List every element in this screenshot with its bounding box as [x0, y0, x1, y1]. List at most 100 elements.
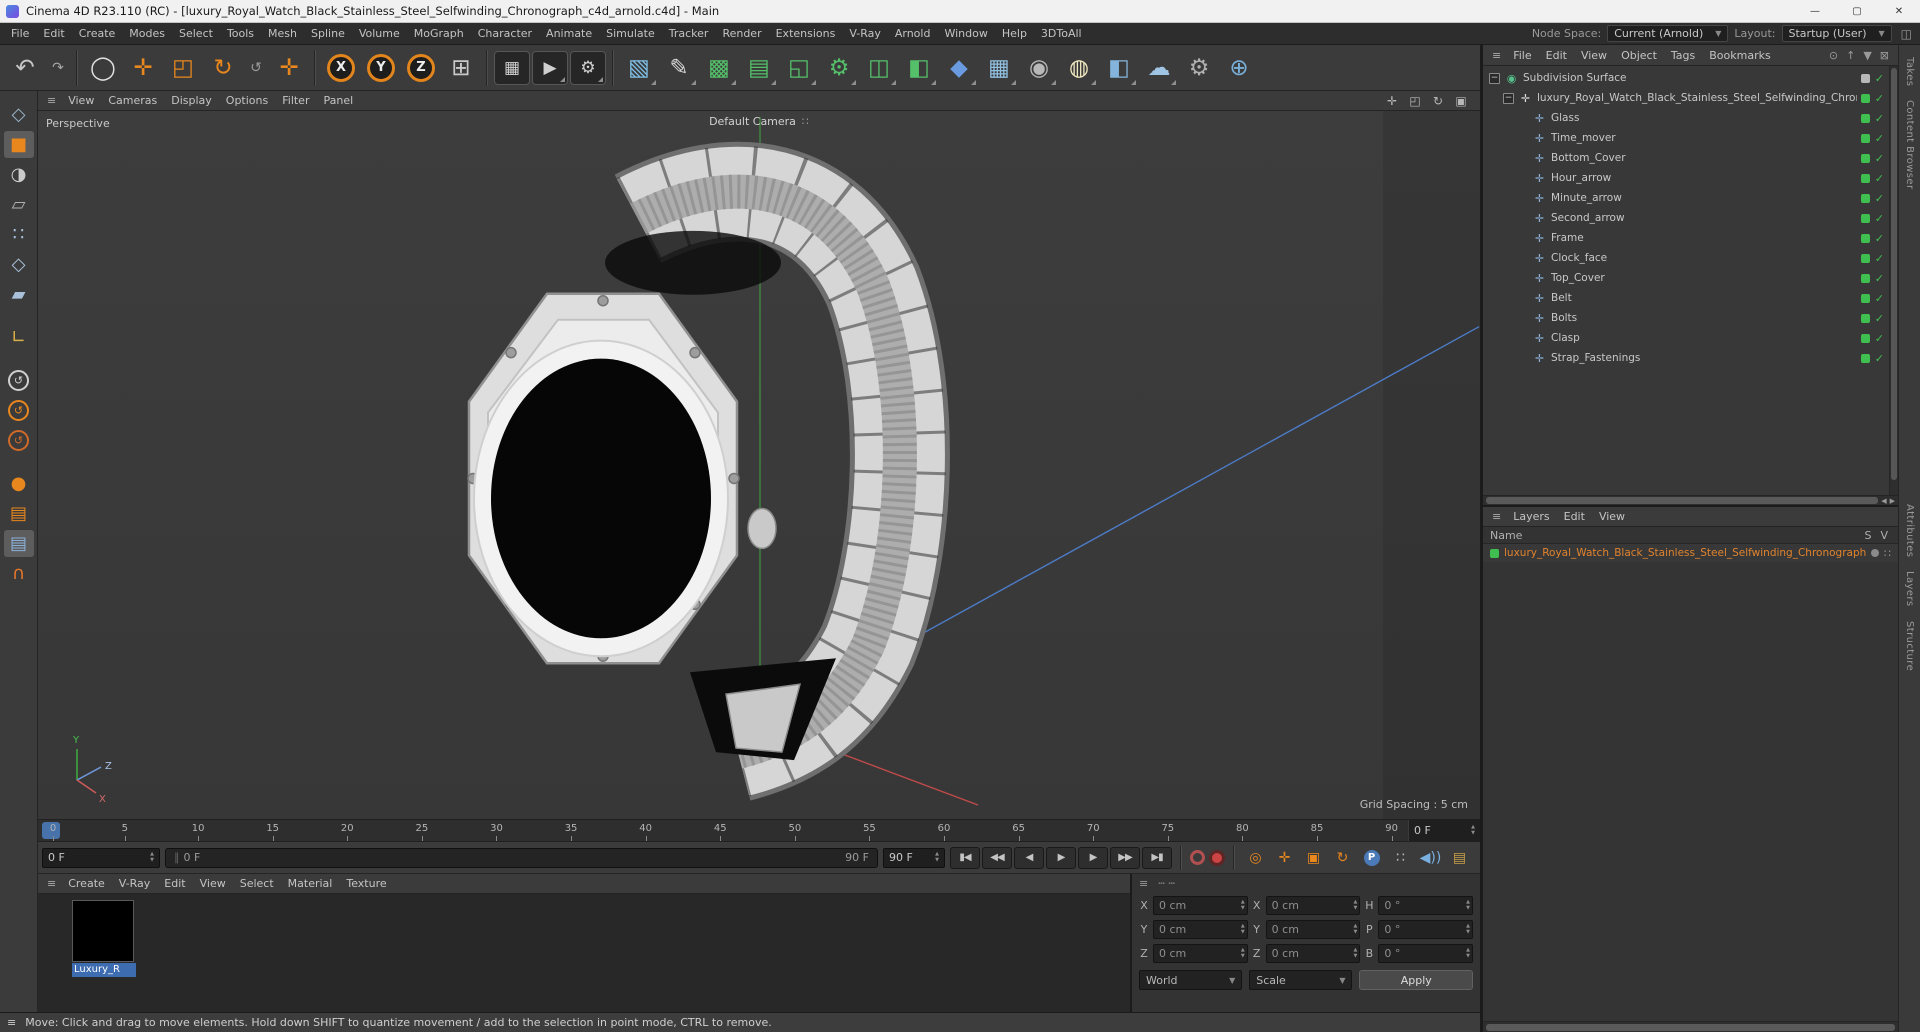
scrollbar-thumb[interactable]	[1891, 68, 1897, 481]
materials-menu-select[interactable]: Select	[233, 877, 281, 890]
object-row[interactable]: ✛ Top_Cover ✓	[1483, 268, 1889, 288]
object-row[interactable]: ✛ Bottom_Cover ✓	[1483, 148, 1889, 168]
layers-tab-view[interactable]: View	[1592, 510, 1632, 523]
viewport-menu-options[interactable]: Options	[219, 94, 275, 107]
key-rotation-icon[interactable]: ↻	[1330, 846, 1355, 870]
edges-mode[interactable]: ◇	[4, 251, 34, 278]
frame-spinner[interactable]: ▲ ▼	[1471, 825, 1475, 836]
end-frame-input[interactable]: 90 F ▲ ▼	[883, 847, 945, 868]
lock-y-axis[interactable]: Y	[362, 49, 400, 87]
floor-object[interactable]: ◧	[1100, 49, 1138, 87]
maximize-button[interactable]: ▢	[1836, 0, 1878, 22]
expand-toggle[interactable]: −	[1489, 72, 1500, 84]
enabled-check-icon[interactable]: ✓	[1875, 72, 1884, 85]
scroll-first-icon[interactable]: ↑	[1846, 49, 1855, 62]
field-spinner[interactable]: ▲ ▼	[1241, 900, 1245, 911]
scrollbar-thumb[interactable]	[1486, 1023, 1895, 1031]
scroll-right-icon[interactable]: ▶	[1890, 497, 1895, 505]
boole-generator[interactable]: ◧	[900, 49, 938, 87]
minimize-button[interactable]: —	[1794, 0, 1836, 22]
materials-menu-material[interactable]: Material	[281, 877, 340, 890]
object-manager-menu-object[interactable]: Object	[1614, 49, 1664, 62]
field-spinner[interactable]: ▲ ▼	[1466, 900, 1470, 911]
enable-snap[interactable]: ↺	[4, 397, 34, 424]
layer-solo-dot[interactable]	[1871, 549, 1879, 557]
render-view-button[interactable]: ▦	[494, 50, 530, 85]
object-manager-menu-edit[interactable]: Edit	[1539, 49, 1574, 62]
object-manager-menu-icon[interactable]: ≡	[1487, 49, 1506, 62]
materials-menu-edit[interactable]: Edit	[157, 877, 192, 890]
play-button[interactable]: ▶	[1046, 846, 1076, 869]
object-row[interactable]: ✛ Second_arrow ✓	[1483, 208, 1889, 228]
object-row[interactable]: ✛ Hour_arrow ✓	[1483, 168, 1889, 188]
menu-edit[interactable]: Edit	[36, 23, 71, 45]
metaball-deformer[interactable]: ◆	[940, 49, 978, 87]
frame-input[interactable]: 0 F ▲ ▼	[42, 847, 160, 868]
object-manager-menu-file[interactable]: File	[1506, 49, 1538, 62]
close-button[interactable]: ✕	[1878, 0, 1920, 22]
key-pla-icon[interactable]: ∷	[1388, 846, 1413, 870]
layer-chip[interactable]	[1860, 273, 1870, 283]
menu-character[interactable]: Character	[471, 23, 539, 45]
material-thumbnail[interactable]	[72, 900, 134, 962]
object-row[interactable]: ✛ Minute_arrow ✓	[1483, 188, 1889, 208]
pen-spline-tool[interactable]: ✎	[660, 49, 698, 87]
key-parameter-icon[interactable]: P	[1359, 846, 1384, 870]
layer-chip[interactable]	[1860, 153, 1870, 163]
layer-row[interactable]: luxury_Royal_Watch_Black_Stainless_Steel…	[1483, 544, 1898, 562]
material-item[interactable]: Luxury_R	[72, 900, 136, 977]
object-row[interactable]: ✛ Time_mover ✓	[1483, 128, 1889, 148]
side-tab-structure[interactable]: Structure	[1904, 614, 1915, 678]
layer-color-chip[interactable]	[1490, 548, 1499, 558]
camera-widget-icon[interactable]: ∷	[802, 115, 809, 128]
materials-menu-create[interactable]: Create	[61, 877, 112, 890]
scrollbar-thumb[interactable]	[1486, 497, 1879, 504]
enable-axis[interactable]: ↺	[4, 367, 34, 394]
object-tree-hscrollbar[interactable]: ◀ ▶	[1483, 496, 1898, 507]
coordinates-menu-icon[interactable]: ≡	[1139, 877, 1148, 890]
lock-icon[interactable]: ⊠	[1880, 49, 1889, 62]
object-manager-menu-bookmarks[interactable]: Bookmarks	[1702, 49, 1777, 62]
key-scale-icon[interactable]: ▣	[1301, 846, 1326, 870]
field-spinner[interactable]: ▲ ▼	[1353, 948, 1357, 959]
menu-extensions[interactable]: Extensions	[769, 23, 843, 45]
enabled-check-icon[interactable]: ✓	[1875, 192, 1884, 205]
transform-mode-select[interactable]: Scale ▼	[1249, 970, 1353, 990]
field-spinner[interactable]: ▲ ▼	[1241, 948, 1245, 959]
add-primitive-cube[interactable]: ▧	[620, 49, 658, 87]
enabled-check-icon[interactable]: ✓	[1875, 272, 1884, 285]
rotation-h-field[interactable]: 0 ° ▲ ▼	[1378, 896, 1474, 915]
object-tree-vscrollbar[interactable]	[1889, 66, 1898, 495]
physical-sky-object[interactable]: ⚙	[1180, 49, 1218, 87]
undo-button[interactable]: ↶	[6, 49, 44, 87]
enabled-check-icon[interactable]: ✓	[1875, 312, 1884, 325]
menu-create[interactable]: Create	[72, 23, 123, 45]
points-mode[interactable]: ∷	[4, 221, 34, 248]
autokeying-button[interactable]	[1209, 849, 1225, 866]
motion-tracker[interactable]: ◉	[1020, 49, 1058, 87]
timeline-powerslider[interactable]: ∥ 0 F 90 F	[165, 847, 878, 868]
object-row[interactable]: ✛ Frame ✓	[1483, 228, 1889, 248]
workplane-zy[interactable]: ▤	[3, 530, 34, 557]
layer-chip[interactable]	[1860, 253, 1870, 263]
enabled-check-icon[interactable]: ✓	[1875, 132, 1884, 145]
menu-simulate[interactable]: Simulate	[599, 23, 662, 45]
layer-chip[interactable]	[1860, 133, 1870, 143]
sky-object[interactable]: ☁	[1140, 49, 1178, 87]
last-used-tool[interactable]: ↺	[244, 49, 268, 87]
make-editable[interactable]: ◇	[4, 101, 34, 128]
field-spinner[interactable]: ▲ ▼	[1353, 924, 1357, 935]
enabled-check-icon[interactable]: ✓	[1875, 112, 1884, 125]
prev-key-button[interactable]: ◀◀	[982, 846, 1012, 869]
light-object[interactable]: ◍	[1060, 49, 1098, 87]
coordinate-space-select[interactable]: World ▼	[1139, 970, 1243, 990]
axis-mode[interactable]: ∟	[4, 324, 34, 351]
layer-chip[interactable]	[1860, 313, 1870, 323]
apply-button[interactable]: Apply	[1359, 970, 1473, 990]
prev-frame-button[interactable]: ◀	[1014, 846, 1044, 869]
enabled-check-icon[interactable]: ✓	[1875, 172, 1884, 185]
search-icon[interactable]: ⊙	[1829, 49, 1838, 62]
node-space-select[interactable]: Current (Arnold) ▼	[1607, 25, 1729, 42]
snap-magnet[interactable]: ∩	[4, 560, 34, 587]
enabled-check-icon[interactable]: ✓	[1875, 252, 1884, 265]
